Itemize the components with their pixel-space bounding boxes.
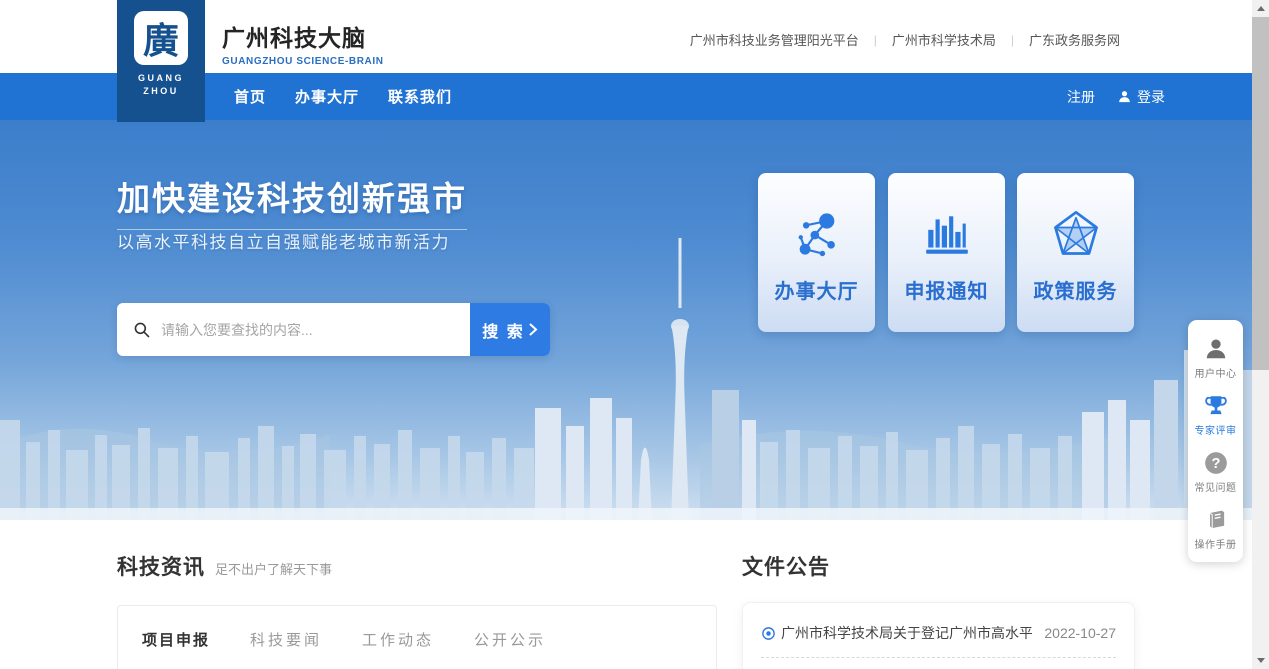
page: 广州科技大脑 GUANGZHOU SCIENCE-BRAIN 广州市科技业务管理… — [0, 0, 1252, 669]
sidebar-item-label: 操作手册 — [1195, 536, 1237, 551]
user-icon — [1203, 336, 1229, 362]
pentagon-badge-icon — [1050, 207, 1102, 261]
link-sunshine-platform[interactable]: 广州市科技业务管理阳光平台 — [690, 30, 859, 49]
nav-item-home[interactable]: 首页 — [234, 86, 266, 107]
tab-public-announcements[interactable]: 公开公示 — [474, 629, 546, 650]
brand-title: 广州科技大脑 — [222, 19, 384, 53]
link-divider: | — [1011, 33, 1014, 47]
floating-sidebar: 用户中心 专家评审 ? 常见问题 操作手册 — [1188, 320, 1243, 562]
sidebar-item-expert-review[interactable]: 专家评审 — [1188, 386, 1243, 443]
scrollbar-thumb[interactable] — [1252, 17, 1269, 370]
login-link[interactable]: 登录 — [1117, 87, 1165, 107]
notice-section-title: 文件公告 — [742, 551, 830, 581]
portal-links: 广州市科技业务管理阳光平台 | 广州市科学技术局 | 广东政务服务网 — [690, 30, 1120, 49]
question-icon: ? — [1203, 450, 1229, 476]
logo-stamp-icon: 廣 — [134, 11, 188, 65]
logo-character: 廣 — [143, 12, 179, 64]
search-icon — [133, 321, 151, 339]
svg-text:?: ? — [1211, 456, 1220, 472]
molecule-network-icon — [791, 207, 843, 261]
book-icon — [1203, 507, 1229, 533]
sidebar-item-faq[interactable]: ? 常见问题 — [1188, 443, 1243, 500]
bar-chart-icon — [922, 207, 972, 261]
notice-list-item[interactable]: 广州市科学技术局关于登记广州市高水平企... 2022-10-27 — [743, 603, 1134, 643]
site-logo[interactable]: 廣 GUANG ZHOU — [117, 0, 205, 122]
notice-item-title: 广州市科学技术局关于登记广州市高水平企... — [781, 623, 1032, 643]
nav-item-contact[interactable]: 联系我们 — [388, 86, 452, 107]
news-section-title: 科技资讯 — [117, 551, 205, 581]
login-user-icon — [1117, 89, 1132, 104]
news-section-header: 科技资讯 足不出户了解天下事 — [117, 551, 332, 581]
sidebar-item-manual[interactable]: 操作手册 — [1188, 500, 1243, 557]
search-button[interactable]: 搜 索 — [470, 303, 550, 356]
tab-project-declaration[interactable]: 项目申报 — [142, 629, 210, 650]
sidebar-item-label: 专家评审 — [1195, 422, 1237, 437]
logo-word-zhou: ZHOU — [117, 85, 205, 98]
link-gov-service[interactable]: 广东政务服务网 — [1029, 30, 1120, 49]
sidebar-item-label: 常见问题 — [1195, 479, 1237, 494]
notice-item-date: 2022-10-27 — [1044, 625, 1116, 641]
notice-section-header: 文件公告 — [742, 551, 830, 581]
chevron-right-icon — [529, 323, 538, 336]
search-button-label: 搜 索 — [482, 318, 524, 342]
brand-block: 广州科技大脑 GUANGZHOU SCIENCE-BRAIN — [222, 19, 384, 67]
quick-card-label: 办事大厅 — [775, 275, 859, 304]
news-tabs: 项目申报 科技要闻 工作动态 公开公示 — [118, 606, 716, 650]
vertical-scrollbar[interactable] — [1252, 0, 1269, 669]
hero-subheadline: 以高水平科技自立自强赋能老城市新活力 — [117, 228, 450, 253]
quick-card-label: 申报通知 — [905, 275, 989, 304]
logo-word-guang: GUANG — [117, 72, 205, 85]
scrollbar-up-arrow[interactable] — [1252, 0, 1269, 17]
canton-tower-shape — [671, 238, 689, 520]
notice-card: 广州市科学技术局关于登记广州市高水平企... 2022-10-27 — [742, 602, 1135, 669]
search-input[interactable] — [151, 322, 470, 338]
nav-item-service-hall[interactable]: 办事大厅 — [295, 86, 359, 107]
link-divider: | — [874, 33, 877, 47]
tab-work-updates[interactable]: 工作动态 — [362, 629, 434, 650]
hero-headline: 加快建设科技创新强市 — [117, 172, 467, 230]
quick-card-declaration-notice[interactable]: 申报通知 — [888, 173, 1005, 332]
circled-dot-icon — [761, 626, 776, 641]
login-label: 登录 — [1137, 87, 1165, 107]
quick-card-label: 政策服务 — [1034, 275, 1118, 304]
news-card: 项目申报 科技要闻 工作动态 公开公示 — [117, 605, 717, 669]
tab-science-news[interactable]: 科技要闻 — [250, 629, 322, 650]
scrollbar-down-arrow[interactable] — [1252, 652, 1269, 669]
link-science-bureau[interactable]: 广州市科学技术局 — [892, 30, 996, 49]
dotted-divider — [761, 657, 1116, 658]
news-section-subtitle: 足不出户了解天下事 — [215, 559, 332, 578]
search-bar: 搜 索 — [117, 303, 550, 356]
register-link[interactable]: 注册 — [1067, 87, 1095, 107]
sidebar-item-user-center[interactable]: 用户中心 — [1188, 329, 1243, 386]
sidebar-item-label: 用户中心 — [1195, 365, 1237, 380]
quick-card-policy-service[interactable]: 政策服务 — [1017, 173, 1134, 332]
hero-banner: 加快建设科技创新强市 以高水平科技自立自强赋能老城市新活力 搜 索 — [0, 120, 1252, 520]
brand-subtitle: GUANGZHOU SCIENCE-BRAIN — [222, 56, 384, 67]
quick-card-service-hall[interactable]: 办事大厅 — [758, 173, 875, 332]
trophy-icon — [1203, 393, 1229, 419]
